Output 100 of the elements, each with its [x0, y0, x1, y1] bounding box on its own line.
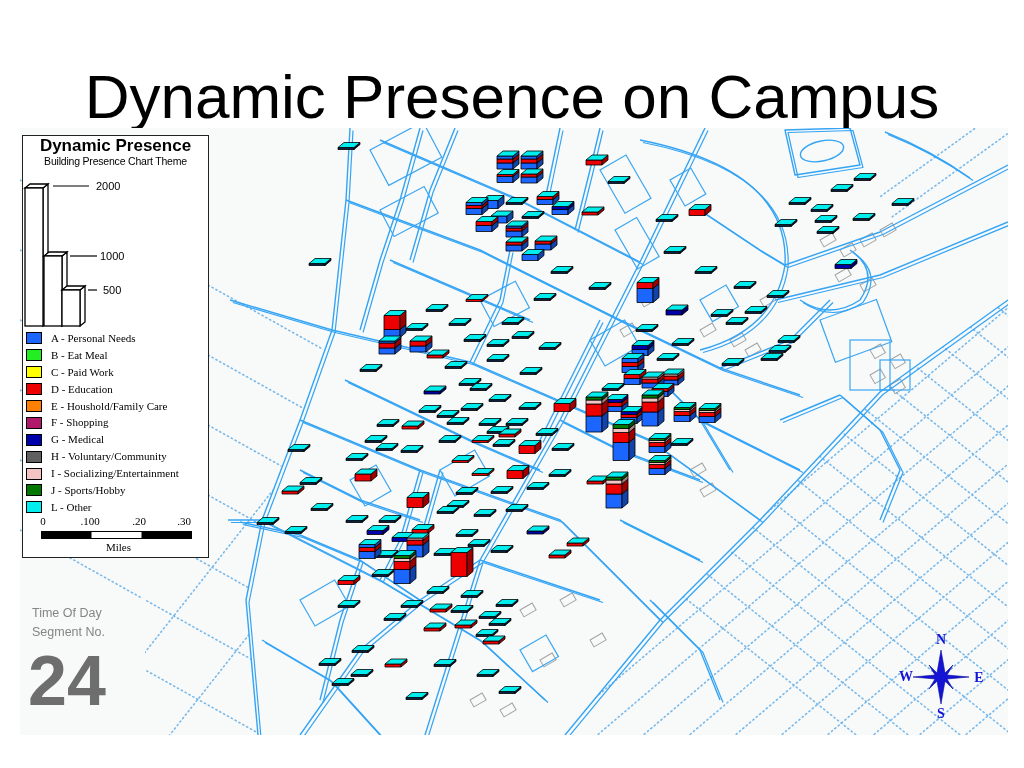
building-bar-marker: [465, 197, 489, 215]
building-bar-marker: [852, 213, 876, 221]
building-bar-marker: [519, 367, 543, 375]
distance-tick-label: .20: [132, 515, 146, 527]
category-label: E - Houshold/Family Care: [51, 399, 168, 413]
building-bar-marker: [498, 686, 522, 694]
building-bar-marker: [777, 335, 801, 343]
building-bar-marker: [438, 435, 462, 443]
building-bar-marker: [451, 455, 475, 463]
building-bar-marker: [534, 235, 558, 251]
building-bar-marker: [665, 304, 689, 316]
building-bar-marker: [426, 586, 450, 594]
building-bar-marker: [455, 529, 479, 537]
building-bar-marker: [518, 402, 542, 410]
building-bar-marker: [256, 517, 280, 525]
legend-subtitle: Building Presence Chart Theme: [44, 155, 187, 167]
building-bar-marker: [337, 575, 361, 585]
category-label: D - Education: [51, 382, 113, 396]
leader-line: [69, 255, 98, 257]
category-label: L - Other: [51, 500, 92, 514]
building-bar-marker: [535, 428, 559, 436]
category-label: I - Socializing/Entertainment: [51, 467, 179, 481]
building-bar-marker: [607, 176, 631, 184]
compass-rose-icon: [913, 650, 969, 704]
distance-tick-label: 0: [40, 515, 46, 527]
scale-value-label: 1000: [100, 250, 125, 262]
building-bar-marker: [744, 306, 768, 314]
building-bar-marker: [830, 184, 854, 192]
building-bar-marker: [853, 173, 877, 181]
building-bar-marker: [505, 236, 529, 252]
building-bar-marker: [673, 402, 697, 422]
building-bar-marker: [454, 619, 478, 629]
building-bar-marker: [538, 342, 562, 350]
building-bar-marker: [814, 215, 838, 223]
building-bar-marker: [354, 468, 378, 482]
building-bar-marker: [520, 150, 544, 170]
building-bar-marker: [774, 219, 798, 227]
building-bar-marker: [566, 537, 590, 547]
building-bar-marker: [486, 354, 510, 362]
building-bar-marker: [444, 361, 468, 369]
segment-number: 24: [28, 646, 106, 716]
building-bar-marker: [548, 549, 572, 559]
building-bar-marker: [635, 324, 659, 332]
compass-letter: S: [937, 707, 945, 721]
building-bar-marker: [588, 282, 612, 290]
building-bar-marker: [834, 259, 858, 269]
slide-title: Dynamic Presence on Campus: [84, 66, 940, 128]
building-bar-marker: [482, 635, 506, 645]
building-bar-marker: [378, 515, 402, 523]
building-bar-marker: [518, 440, 542, 454]
building-bar-marker: [496, 150, 520, 170]
building-bar-marker: [550, 266, 574, 274]
building-bar-marker: [548, 469, 572, 477]
scale-value-label: 500: [103, 284, 122, 296]
category-label: G - Medical: [51, 433, 105, 447]
compass-letter: W: [899, 670, 913, 684]
building-bar-marker: [521, 249, 545, 261]
building-bar-marker: [473, 509, 497, 517]
building-bar-marker: [536, 191, 560, 205]
building-bar-marker: [351, 645, 375, 653]
building-bar-marker: [551, 443, 575, 451]
building-bar-marker: [383, 613, 407, 621]
building-bar-marker: [318, 658, 342, 666]
building-bar-marker: [663, 246, 687, 254]
building-bar-marker: [359, 364, 383, 372]
building-bar-marker: [345, 515, 369, 523]
building-bar-marker: [490, 486, 514, 494]
building-bar-marker: [488, 394, 512, 402]
building-bar-marker: [401, 420, 425, 430]
building-bar-marker: [495, 599, 519, 607]
building-bar-marker: [520, 168, 544, 184]
building-bar-marker: [337, 142, 361, 150]
building-bar-marker: [655, 214, 679, 222]
building-bar-marker: [501, 317, 525, 325]
caption-text: Time Of Day: [32, 605, 102, 622]
category-label: H - Voluntary/Community: [51, 450, 167, 464]
building-bar-marker: [284, 526, 308, 534]
building-bar-marker: [636, 277, 660, 303]
building-bar-marker: [721, 358, 745, 366]
building-bar-marker: [766, 290, 790, 298]
building-bar-marker: [423, 385, 447, 395]
building-bar-marker: [671, 338, 695, 346]
category-label: A - Personal Needs: [51, 331, 136, 345]
building-bar-marker: [648, 455, 672, 475]
building-bar-marker: [526, 525, 550, 535]
building-bar-marker: [505, 504, 529, 512]
building-bar-marker: [694, 266, 718, 274]
category-label: J - Sports/Hobby: [51, 483, 126, 497]
building-bar-marker: [581, 206, 605, 216]
building-bar-marker: [553, 398, 577, 412]
distance-unit-label: Miles: [105, 540, 132, 553]
compass-letter: N: [935, 633, 947, 647]
building-bar-marker: [688, 204, 712, 216]
building-bar-marker: [471, 468, 495, 476]
building-bar-marker: [698, 403, 722, 423]
building-bar-marker: [533, 293, 557, 301]
building-bar-marker: [308, 258, 332, 266]
building-bar-marker: [287, 444, 311, 452]
building-bar-marker: [337, 600, 361, 608]
building-bar-marker: [496, 169, 520, 183]
